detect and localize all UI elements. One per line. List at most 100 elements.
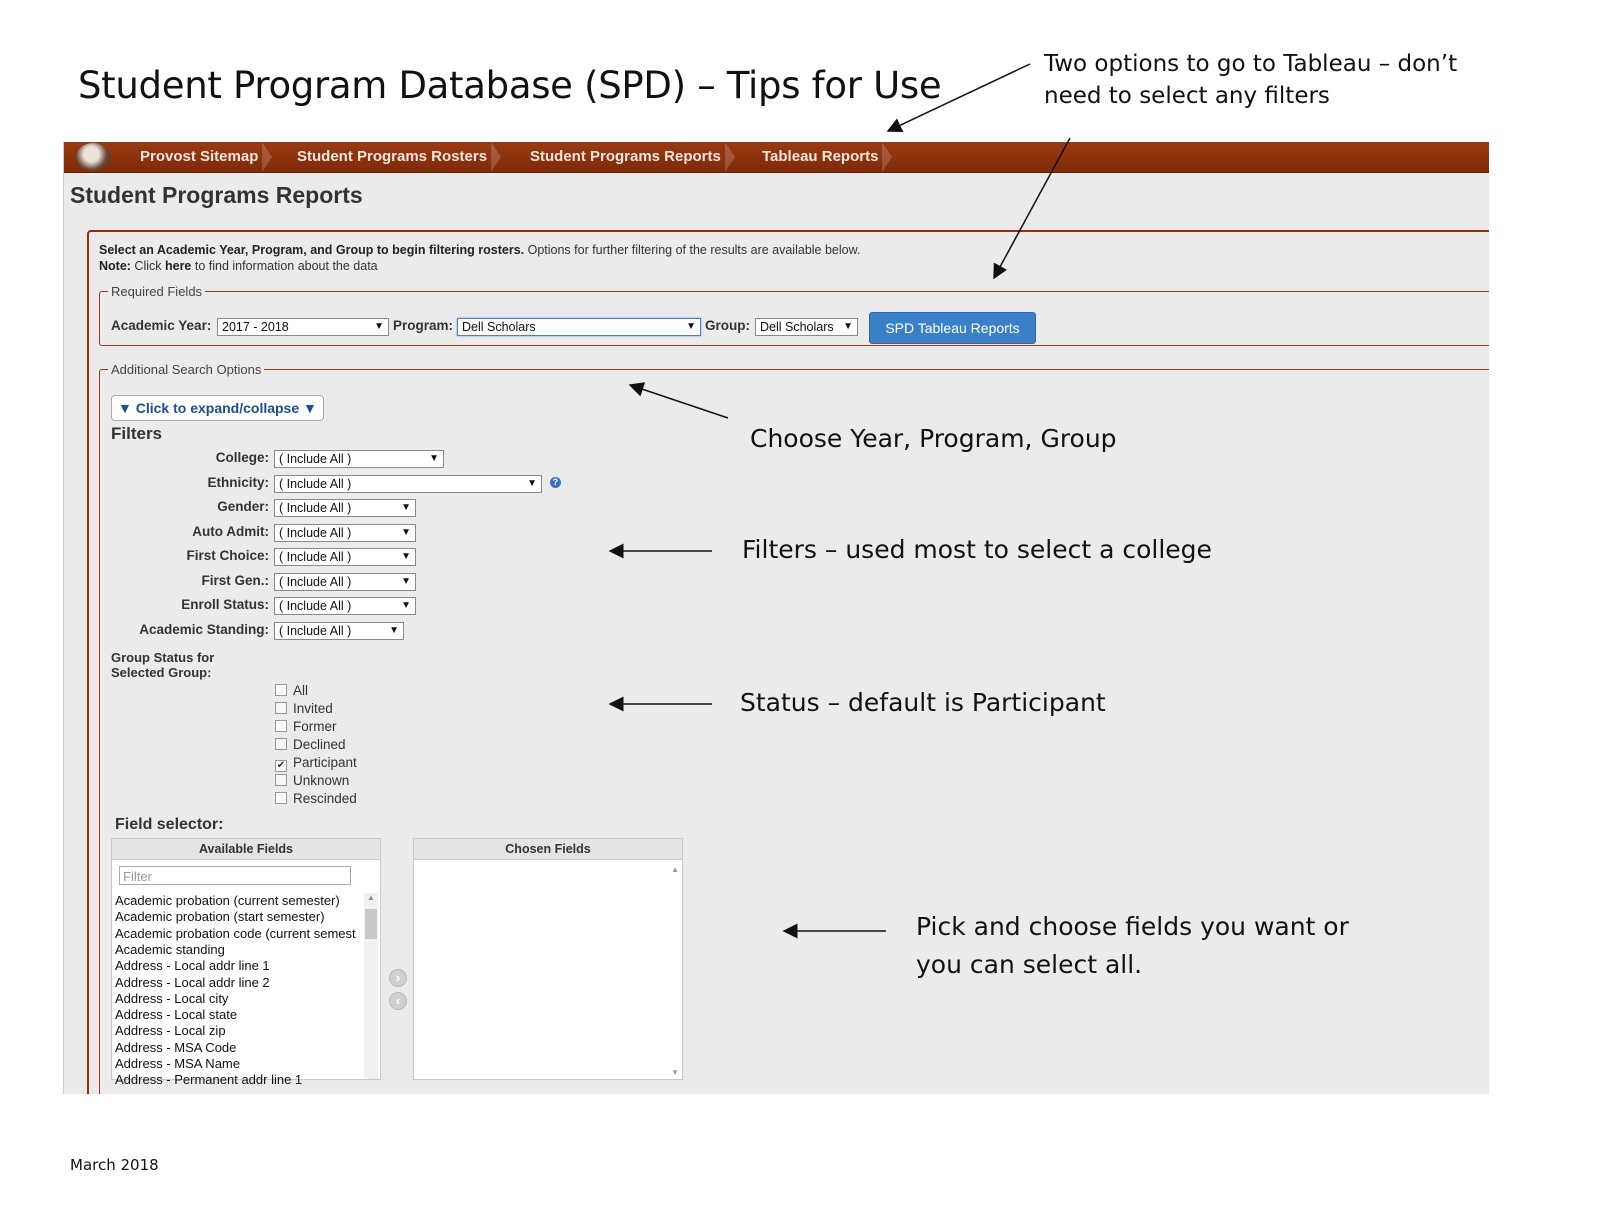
filter-label: College:	[215, 450, 269, 465]
filter-value: ( Include All )	[279, 623, 352, 638]
status-option[interactable]: Unknown	[275, 772, 349, 790]
chosen-fields-box: Chosen Fields ▲ ▼	[413, 838, 683, 1080]
filter-select[interactable]: ( Include All ) ▼	[274, 474, 542, 493]
available-field-item[interactable]: Address - MSA Code	[115, 1040, 236, 1056]
filter-label: Enroll Status:	[181, 597, 269, 612]
annotation-tableau-line1: Two options to go to Tableau – don’t	[1044, 51, 1458, 77]
available-field-item[interactable]: Address - Permanent addr line 1	[115, 1072, 302, 1088]
filter-value: ( Include All )	[279, 574, 352, 589]
annotation-status: Status – default is Participant	[740, 688, 1106, 717]
spd-tableau-reports-button[interactable]: SPD Tableau Reports	[869, 312, 1036, 344]
filter-value: ( Include All )	[279, 452, 352, 466]
nav-student-programs-rosters[interactable]: Student Programs Rosters	[285, 142, 502, 172]
status-option[interactable]: Former	[275, 718, 337, 736]
program-select[interactable]: Dell Scholars ▼	[457, 318, 701, 336]
status-label: All	[293, 683, 309, 698]
annotation-fields-line2: you can select all.	[916, 950, 1143, 979]
nav-student-programs-reports[interactable]: Student Programs Reports	[518, 142, 735, 172]
nav-provost-sitemap[interactable]: Provost Sitemap	[128, 142, 273, 172]
help-icon[interactable]: ?	[550, 476, 561, 488]
available-field-item[interactable]: Academic probation (current semester)	[115, 893, 340, 909]
university-seal-icon[interactable]	[76, 143, 110, 171]
status-option[interactable]: All	[275, 682, 308, 700]
annotation-filters: Filters – used most to select a college	[742, 535, 1212, 564]
status-checkbox[interactable]	[275, 738, 287, 750]
status-option[interactable]: Rescinded	[275, 790, 357, 808]
field-selector-title: Field selector:	[115, 816, 224, 833]
status-label: Unknown	[293, 773, 350, 788]
chosen-fields-header: Chosen Fields	[414, 839, 682, 860]
available-field-item[interactable]: Address - Local city	[115, 991, 228, 1007]
available-fields-box: Available Fields Filter Academic probati…	[111, 838, 381, 1087]
annotation-fields: Pick and choose fields you want or you c…	[916, 908, 1349, 984]
expand-collapse-toggle[interactable]: ▼ Click to expand/collapse ▼	[111, 395, 324, 421]
required-fields: Required Fields	[99, 284, 1489, 346]
status-label: Former	[293, 719, 337, 734]
intro-bold: Select an Academic Year, Program, and Gr…	[99, 243, 525, 257]
status-checkbox[interactable]	[275, 774, 287, 786]
filter-select[interactable]: ( Include All ) ▼	[274, 548, 416, 566]
filter-value: ( Include All )	[279, 599, 352, 613]
filter-label: Ethnicity:	[207, 474, 269, 490]
status-option[interactable]: Invited	[275, 700, 333, 718]
filter-select[interactable]: ( Include All ) ▼	[274, 597, 416, 615]
filter-value: ( Include All )	[279, 501, 352, 515]
chevron-down-icon: ▼	[401, 526, 411, 538]
filter-select[interactable]: ( Include All ) ▼	[274, 523, 416, 542]
page-title: Student Programs Reports	[70, 182, 363, 208]
available-field-item[interactable]: Address - Local state	[115, 1007, 237, 1023]
required-fields-legend: Required Fields	[111, 284, 203, 299]
filter-label: Academic Standing:	[139, 621, 269, 637]
filter-label: First Gen.:	[201, 572, 269, 588]
chevron-down-icon: ▼	[429, 453, 439, 464]
chevron-down-icon: ▼	[527, 477, 537, 489]
filter-select[interactable]: ( Include All ) ▼	[274, 621, 404, 640]
scrollbar-thumb[interactable]	[365, 909, 377, 939]
status-option[interactable]: ✔ Participant	[275, 754, 357, 772]
available-field-item[interactable]: Address - MSA Name	[115, 1056, 240, 1072]
available-field-item[interactable]: Address - Local zip	[115, 1023, 226, 1039]
add-field-icon[interactable]: ›	[389, 969, 407, 987]
available-fields-filter[interactable]: Filter	[119, 866, 351, 885]
status-option[interactable]: Declined	[275, 736, 346, 754]
program-label: Program:	[393, 318, 454, 333]
scroll-up-icon[interactable]: ▲	[367, 893, 375, 902]
available-field-item[interactable]: Address - Local addr line 1	[115, 958, 270, 974]
group-status-label: Group Status for Selected Group:	[111, 650, 214, 680]
status-checkbox[interactable]	[275, 720, 287, 732]
footer-date: March 2018	[70, 1156, 159, 1174]
annotation-choose: Choose Year, Program, Group	[750, 424, 1117, 453]
scroll-up-icon[interactable]: ▲	[671, 865, 679, 874]
remove-field-icon[interactable]: ‹	[389, 992, 407, 1010]
filter-select[interactable]: ( Include All ) ▼	[274, 499, 416, 517]
filter-label: Gender:	[217, 499, 269, 514]
status-label: Participant	[293, 755, 357, 770]
available-field-item[interactable]: Address - Local addr line 2	[115, 975, 270, 991]
available-field-item[interactable]: Academic probation code (current semest	[115, 926, 356, 942]
chevron-down-icon: ▼	[843, 321, 853, 332]
academic-year-select[interactable]: 2017 - 2018 ▼	[217, 318, 389, 336]
intro-text: Select an Academic Year, Program, and Gr…	[99, 242, 860, 274]
group-value: Dell Scholars	[760, 320, 834, 334]
filter-label: Auto Admit:	[192, 523, 269, 539]
filter-select[interactable]: ( Include All ) ▼	[274, 572, 416, 591]
status-checkbox[interactable]	[275, 702, 287, 714]
note-link[interactable]: here	[165, 259, 191, 273]
status-checkbox[interactable]	[275, 792, 287, 804]
group-select[interactable]: Dell Scholars ▼	[755, 318, 858, 336]
note-post: to find information about the data	[191, 259, 378, 273]
intro-rest: Options for further filtering of the res…	[524, 243, 861, 257]
scroll-down-icon[interactable]: ▼	[671, 1068, 679, 1077]
filter-value: ( Include All )	[279, 525, 352, 540]
filter-select[interactable]: ( Include All ) ▼	[274, 450, 444, 468]
status-checkbox[interactable]	[275, 684, 287, 696]
academic-year-label: Academic Year:	[111, 318, 212, 333]
filters-heading: Filters	[111, 424, 163, 443]
status-checkbox[interactable]: ✔	[275, 760, 287, 772]
status-label: Invited	[293, 701, 333, 716]
annotation-fields-line1: Pick and choose fields you want or	[916, 912, 1349, 941]
available-fields-scrollbar[interactable]: ▲	[364, 893, 378, 1079]
available-field-item[interactable]: Academic probation (start semester)	[115, 909, 325, 925]
available-field-item[interactable]: Academic standing	[115, 942, 225, 958]
nav-tableau-reports[interactable]: Tableau Reports	[750, 142, 893, 172]
